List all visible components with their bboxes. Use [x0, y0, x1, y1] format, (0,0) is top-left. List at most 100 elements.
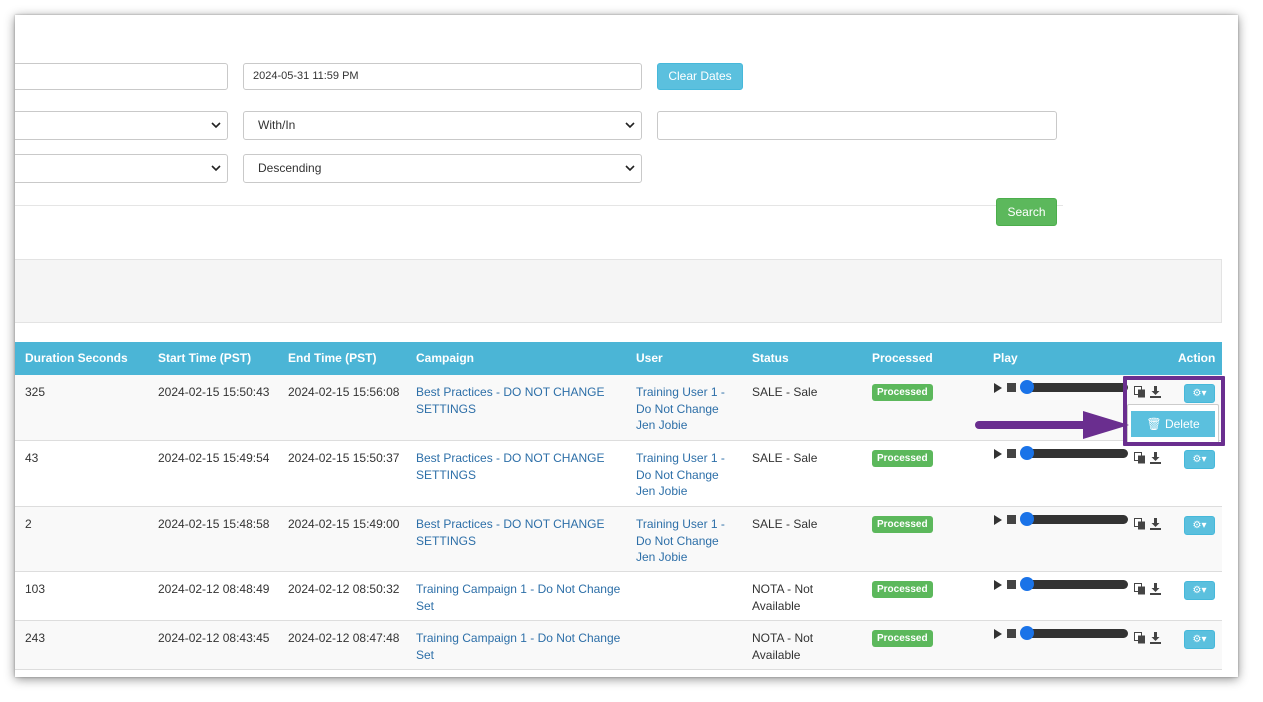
header-processed[interactable]: Processed: [872, 342, 933, 375]
user-link[interactable]: Training User 1 - Do Not Change Jen Jobie: [636, 450, 725, 500]
match-type-select[interactable]: With/In: [243, 111, 642, 140]
cell-duration: 103: [25, 582, 46, 596]
table-row: 325 2024-02-15 15:50:43 2024-02-15 15:56…: [15, 375, 1222, 441]
match-type-value: With/In: [258, 118, 296, 132]
download-icon[interactable]: [1150, 452, 1161, 464]
campaign-link[interactable]: Best Practices - DO NOT CHANGE SETTINGS: [416, 516, 604, 549]
seek-bar[interactable]: [1022, 580, 1128, 589]
search-button[interactable]: Search: [996, 198, 1057, 226]
seek-handle[interactable]: [1020, 446, 1034, 460]
cell-status: SALE - Sale: [752, 385, 818, 399]
app-window: 2024-05-31 11:59 PM Clear Dates With/In …: [15, 15, 1238, 677]
header-user[interactable]: User: [636, 342, 663, 375]
clear-dates-button[interactable]: Clear Dates: [657, 63, 743, 90]
table-header: Duration Seconds Start Time (PST) End Ti…: [15, 342, 1222, 375]
stop-icon[interactable]: [1007, 580, 1016, 589]
play-icon[interactable]: [994, 580, 1002, 590]
download-icon[interactable]: [1150, 583, 1161, 595]
play-icon[interactable]: [994, 515, 1002, 525]
audio-player: [992, 380, 1162, 399]
action-menu-button[interactable]: ⚙▾: [1184, 450, 1215, 469]
processed-badge: Processed: [872, 384, 933, 401]
audio-player: [992, 626, 1162, 645]
gear-icon: ⚙▾: [1192, 585, 1207, 596]
end-date-input[interactable]: 2024-05-31 11:59 PM: [243, 63, 642, 90]
gear-icon: ⚙▾: [1192, 388, 1207, 399]
campaign-link[interactable]: Training Campaign 1 - Do Not Change Set: [416, 630, 620, 663]
cell-status: SALE - Sale: [752, 451, 818, 465]
audio-player: [992, 446, 1162, 465]
search-value-input[interactable]: [657, 111, 1057, 140]
download-icon[interactable]: [1150, 386, 1161, 398]
seek-bar[interactable]: [1022, 515, 1128, 524]
stop-icon[interactable]: [1007, 629, 1016, 638]
copy-icon[interactable]: [1134, 632, 1146, 644]
user-link[interactable]: Training User 1 - Do Not Change Jen Jobie: [636, 384, 725, 434]
cell-status: NOTA - Not Available: [752, 582, 814, 613]
stop-icon[interactable]: [1007, 383, 1016, 392]
user-link[interactable]: Training User 1 - Do Not Change Jen Jobie: [636, 516, 725, 566]
cell-end-time: 2024-02-15 15:49:00: [288, 517, 400, 531]
processed-badge: Processed: [872, 581, 933, 598]
download-icon[interactable]: [1150, 632, 1161, 644]
cell-start-time: 2024-02-15 15:49:54: [158, 451, 270, 465]
header-duration[interactable]: Duration Seconds: [25, 342, 128, 375]
seek-bar[interactable]: [1022, 449, 1128, 458]
copy-icon[interactable]: [1134, 518, 1146, 530]
cell-duration: 2: [25, 517, 32, 531]
cell-end-time: 2024-02-15 15:56:08: [288, 385, 400, 399]
seek-handle[interactable]: [1020, 626, 1034, 640]
sort-order-value: Descending: [258, 161, 322, 175]
header-play: Play: [993, 351, 1018, 365]
header-status[interactable]: Status: [752, 342, 789, 375]
seek-handle[interactable]: [1020, 512, 1034, 526]
stop-icon[interactable]: [1007, 515, 1016, 524]
processed-badge: Processed: [872, 516, 933, 533]
table-row: 243 2024-02-12 08:43:45 2024-02-12 08:47…: [15, 621, 1222, 670]
delete-menu-item[interactable]: 🗑 Delete: [1131, 411, 1215, 437]
cell-duration: 43: [25, 451, 39, 465]
campaign-link[interactable]: Best Practices - DO NOT CHANGE SETTINGS: [416, 450, 604, 483]
action-menu-button[interactable]: ⚙▾: [1184, 581, 1215, 600]
campaign-link[interactable]: Training Campaign 1 - Do Not Change Set: [416, 581, 620, 614]
seek-bar[interactable]: [1022, 383, 1128, 392]
cell-status: SALE - Sale: [752, 517, 818, 531]
cell-start-time: 2024-02-12 08:48:49: [158, 582, 270, 596]
play-icon[interactable]: [994, 383, 1002, 393]
table-row: 43 2024-02-15 15:49:54 2024-02-15 15:50:…: [15, 441, 1222, 507]
header-campaign[interactable]: Campaign: [416, 342, 474, 375]
play-icon[interactable]: [994, 629, 1002, 639]
action-menu-button[interactable]: ⚙▾: [1184, 630, 1215, 649]
action-menu-button[interactable]: ⚙▾: [1184, 516, 1215, 535]
audio-player: [992, 512, 1162, 531]
processed-badge: Processed: [872, 450, 933, 467]
action-menu-button-open[interactable]: ⚙▾: [1184, 384, 1215, 403]
sort-order-select[interactable]: Descending: [243, 154, 642, 183]
seek-handle[interactable]: [1020, 380, 1034, 394]
gear-icon: ⚙▾: [1192, 454, 1207, 465]
cell-duration: 243: [25, 631, 46, 645]
start-date-input[interactable]: [15, 63, 228, 90]
chevron-down-icon: [625, 122, 635, 129]
cell-start-time: 2024-02-15 15:50:43: [158, 385, 270, 399]
copy-icon[interactable]: [1134, 386, 1146, 398]
audio-player: [992, 577, 1162, 596]
copy-icon[interactable]: [1134, 583, 1146, 595]
header-end-time[interactable]: End Time (PST): [288, 342, 376, 375]
stop-icon[interactable]: [1007, 449, 1016, 458]
divider: [15, 205, 1063, 206]
play-icon[interactable]: [994, 449, 1002, 459]
download-icon[interactable]: [1150, 518, 1161, 530]
info-panel: [15, 259, 1222, 323]
copy-icon[interactable]: [1134, 452, 1146, 464]
table-row: 103 2024-02-12 08:48:49 2024-02-12 08:50…: [15, 572, 1222, 621]
seek-bar[interactable]: [1022, 629, 1128, 638]
field-select[interactable]: [15, 111, 228, 140]
processed-badge: Processed: [872, 630, 933, 647]
header-start-time[interactable]: Start Time (PST): [158, 342, 251, 375]
action-dropdown-menu: 🗑 Delete: [1127, 404, 1219, 444]
header-action: Action: [1178, 351, 1216, 365]
seek-handle[interactable]: [1020, 577, 1034, 591]
campaign-link[interactable]: Best Practices - DO NOT CHANGE SETTINGS: [416, 384, 604, 417]
sort-field-select[interactable]: [15, 154, 228, 183]
